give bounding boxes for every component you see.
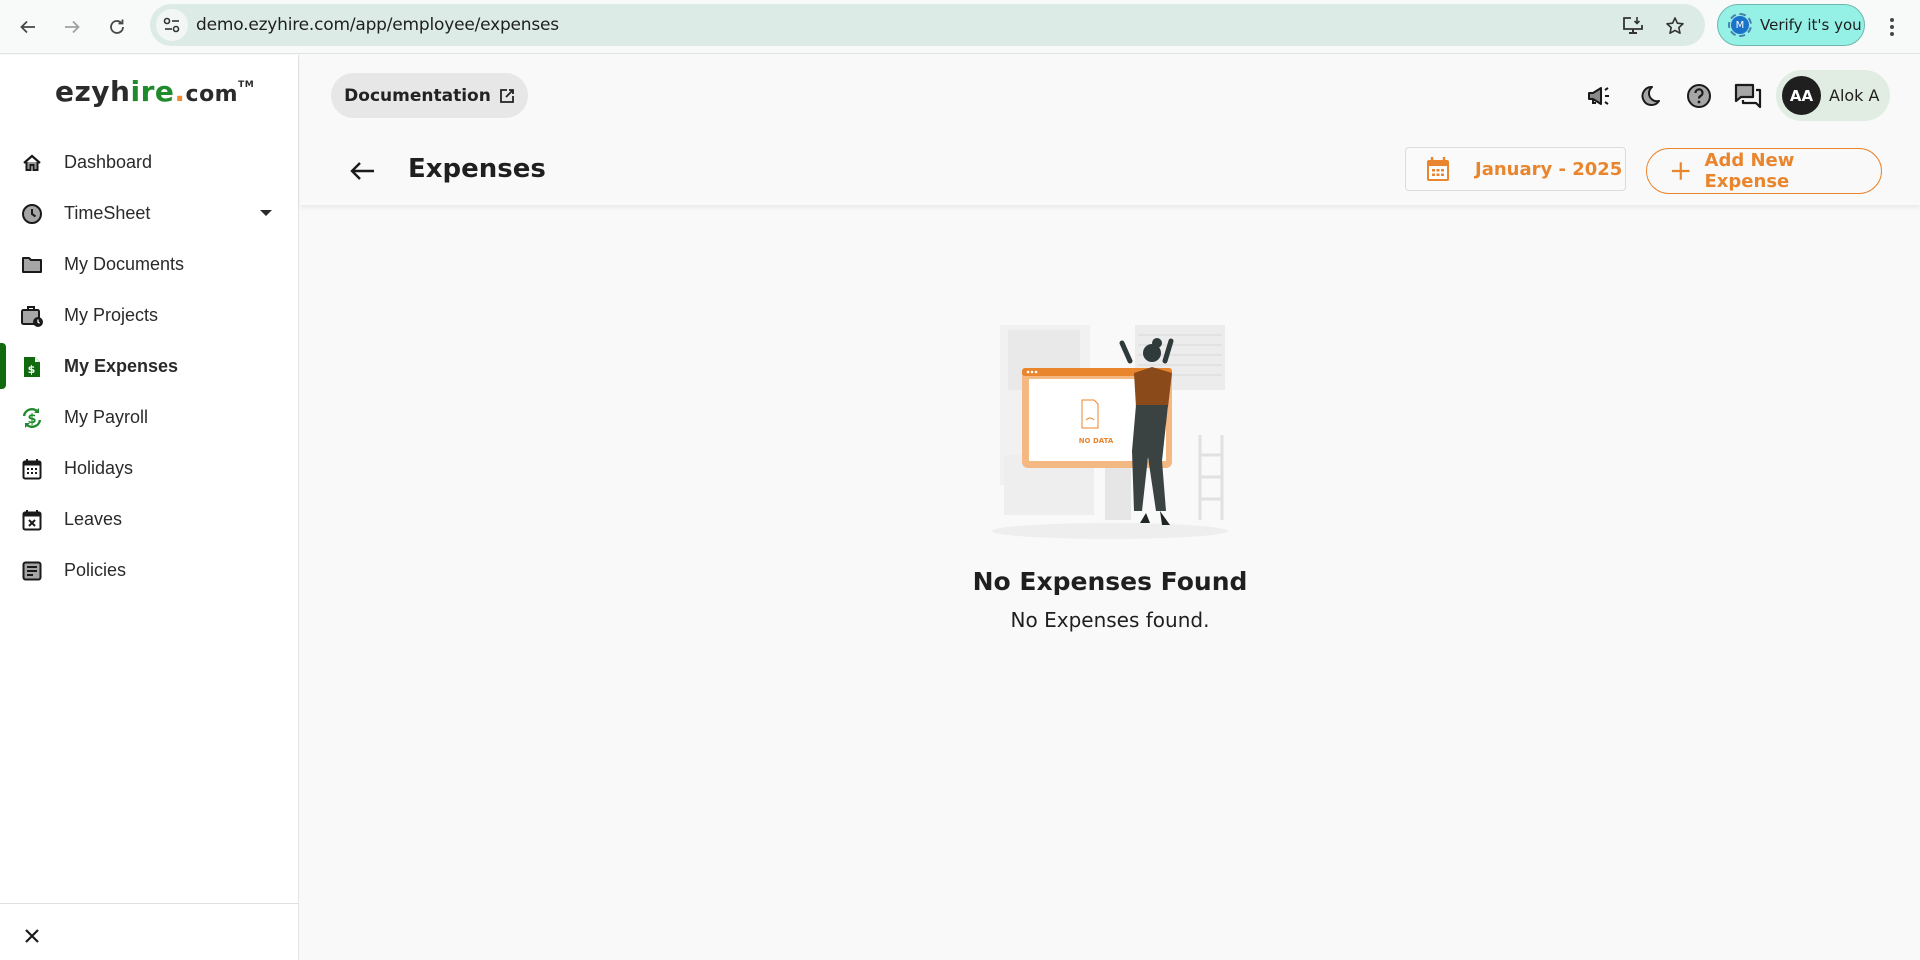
sidebar-item-my-documents[interactable]: My Documents xyxy=(0,239,298,290)
arrow-left-icon xyxy=(20,20,35,34)
dark-mode-toggle[interactable] xyxy=(1634,80,1666,112)
calendar-icon xyxy=(1427,157,1449,181)
sidebar-item-dashboard[interactable]: Dashboard xyxy=(0,137,298,188)
url-text[interactable]: demo.ezyhire.com/app/employee/expenses xyxy=(196,15,559,35)
sidebar-item-holidays[interactable]: Holidays xyxy=(0,443,298,494)
chat-icon xyxy=(1734,83,1762,109)
sidebar-footer xyxy=(0,903,298,960)
calendar-x-icon xyxy=(20,508,44,532)
collapse-sidebar-button[interactable] xyxy=(20,924,44,948)
ezyhire-logo[interactable]: ezyh ire. com TM xyxy=(55,75,254,115)
announcements-button[interactable] xyxy=(1584,80,1616,112)
megaphone-icon xyxy=(1588,87,1609,105)
sidebar: ezyh ire. com TM Dashboard TimeSheet My Doc… xyxy=(0,55,299,960)
arrow-right-icon xyxy=(65,20,80,34)
month-picker[interactable]: January - 2025 xyxy=(1405,147,1626,191)
verify-label: Verify it's you xyxy=(1760,16,1862,34)
messages-button[interactable] xyxy=(1732,80,1764,112)
browser-reload-button[interactable] xyxy=(101,11,133,43)
svg-text:$: $ xyxy=(27,412,36,427)
sidebar-item-my-projects[interactable]: My Projects xyxy=(0,290,298,341)
back-button[interactable] xyxy=(346,155,378,187)
site-info-button[interactable] xyxy=(156,9,188,41)
external-link-icon xyxy=(499,88,514,103)
sidebar-item-my-payroll[interactable]: $ My Payroll xyxy=(0,392,298,443)
folder-icon xyxy=(20,253,44,277)
home-icon xyxy=(20,151,44,175)
sidebar-nav: Dashboard TimeSheet My Documents My Proj… xyxy=(0,137,298,596)
profile-avatar: M xyxy=(1728,13,1752,37)
install-app-button[interactable] xyxy=(1620,13,1646,39)
document-lines-icon xyxy=(20,559,44,583)
empty-state-title: No Expenses Found xyxy=(972,567,1248,596)
browser-menu-button[interactable] xyxy=(1880,11,1904,43)
sidebar-item-leaves[interactable]: Leaves xyxy=(0,494,298,545)
user-menu-button[interactable]: AA Alok A xyxy=(1776,70,1890,121)
help-icon xyxy=(1687,84,1711,108)
calendar-icon xyxy=(20,457,44,481)
add-new-expense-button[interactable]: Add New Expense xyxy=(1646,148,1882,194)
user-name: Alok A xyxy=(1829,86,1880,105)
page-title: Expenses xyxy=(408,154,546,184)
help-button[interactable] xyxy=(1683,80,1715,112)
chevron-down-icon[interactable] xyxy=(260,210,272,216)
arrow-left-icon xyxy=(350,162,374,180)
sidebar-item-my-expenses[interactable]: $ My Expenses xyxy=(0,341,298,392)
browser-back-button[interactable] xyxy=(12,11,44,43)
month-label: January - 2025 xyxy=(1475,158,1623,180)
empty-state: NO DATA No Expenses Found No Expenses fo… xyxy=(300,205,1920,960)
moon-icon xyxy=(1641,85,1660,106)
sidebar-item-policies[interactable]: Policies xyxy=(0,545,298,596)
verify-identity-button[interactable]: M Verify it's you xyxy=(1717,4,1865,46)
clock-icon xyxy=(20,202,44,226)
browser-toolbar: demo.ezyhire.com/app/employee/expenses M… xyxy=(0,0,1920,54)
star-icon xyxy=(1666,17,1684,34)
reload-icon xyxy=(110,19,124,34)
svg-text:$: $ xyxy=(28,363,36,376)
sidebar-item-timesheet[interactable]: TimeSheet xyxy=(0,188,298,239)
page-header: Documentation AA Alok A Expenses January… xyxy=(300,55,1920,205)
documentation-button[interactable]: Documentation xyxy=(331,73,528,118)
avatar: AA xyxy=(1782,76,1821,115)
no-data-illustration: NO DATA xyxy=(960,305,1260,545)
plus-icon xyxy=(1671,162,1690,180)
install-desktop-icon xyxy=(1623,17,1643,34)
browser-forward-button[interactable] xyxy=(56,11,88,43)
dollar-sync-icon: $ xyxy=(20,406,44,430)
bookmark-button[interactable] xyxy=(1662,13,1688,39)
dollar-file-icon: $ xyxy=(20,355,44,379)
briefcase-clock-icon xyxy=(20,304,44,328)
no-data-label: NO DATA xyxy=(1079,437,1114,445)
tune-icon xyxy=(163,17,180,33)
close-icon xyxy=(25,929,39,943)
empty-state-subtitle: No Expenses found. xyxy=(1010,608,1210,632)
address-bar[interactable]: demo.ezyhire.com/app/employee/expenses xyxy=(150,4,1705,46)
